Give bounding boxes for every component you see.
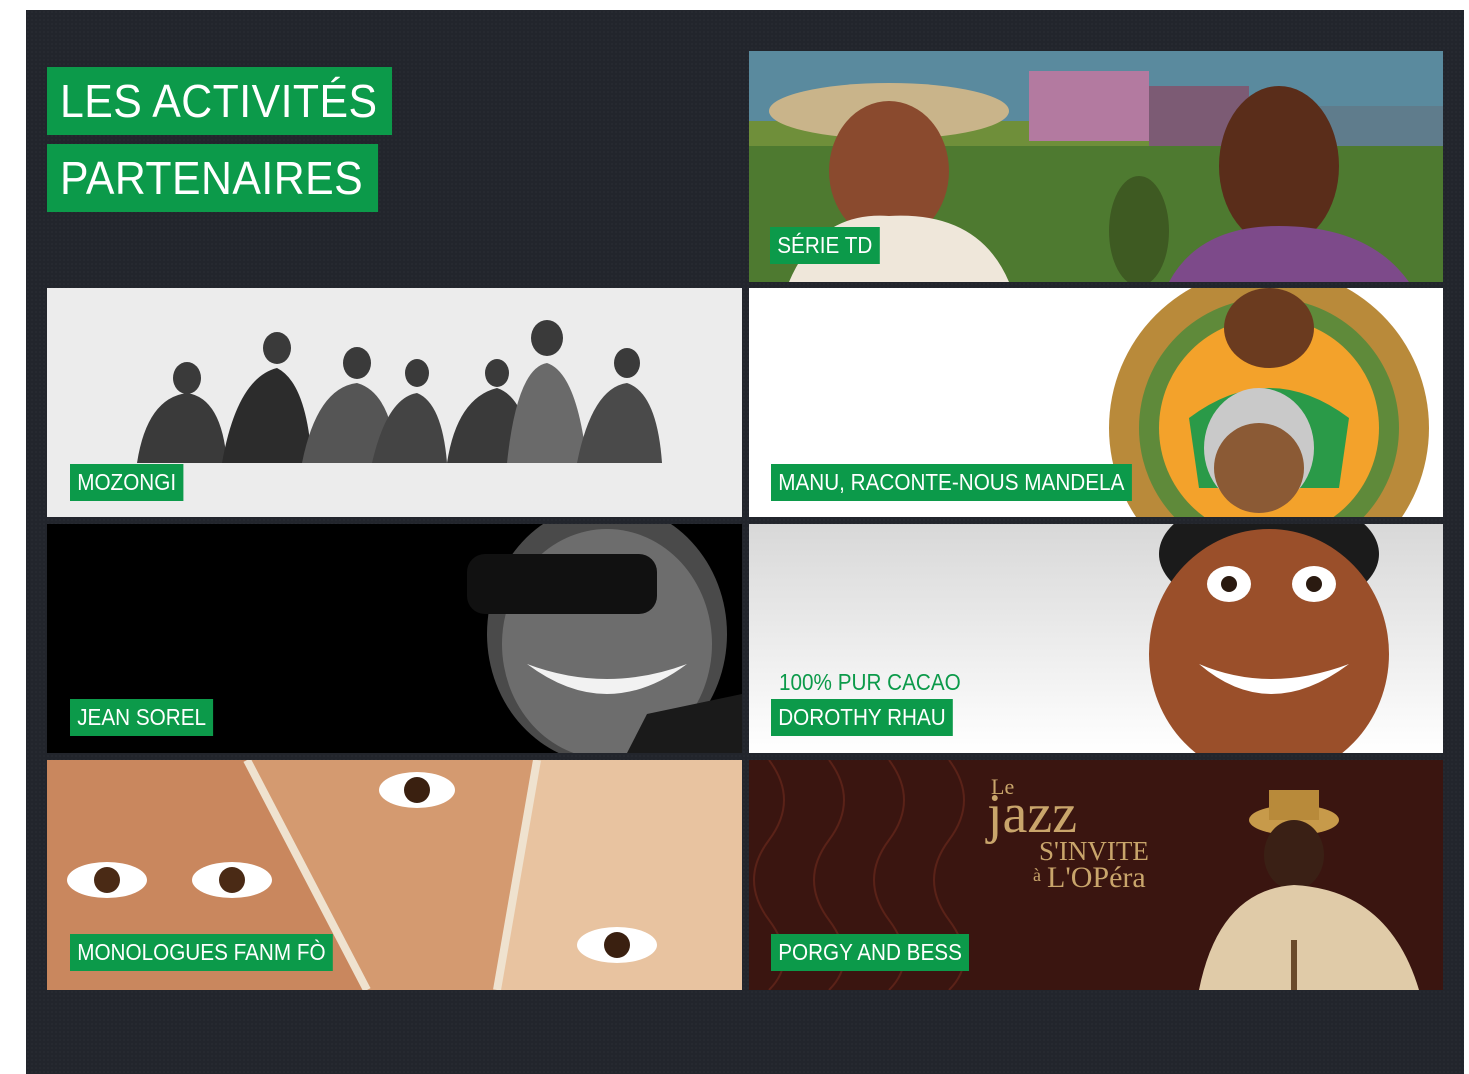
tile-serie-td[interactable]: SÉRIE TD: [749, 51, 1443, 282]
tile-subtitle-dorothy-rhau: 100% PUR CACAO: [779, 669, 961, 695]
page-title-line-1: LES ACTIVITÉS: [47, 67, 393, 135]
tile-label-mozongi: MOZONGI: [70, 464, 184, 501]
tile-porgy-and-bess[interactable]: Le jazz S'INVITE à L'OPéra PORGY AND BES…: [749, 760, 1443, 990]
tile-dorothy-rhau[interactable]: 100% PUR CACAO DOROTHY RHAU: [749, 524, 1443, 753]
tile-mozongi[interactable]: MOZONGI: [47, 288, 742, 517]
jazz-logo-jazz: jazz: [987, 783, 1078, 845]
tile-label-dorothy-rhau: DOROTHY RHAU: [771, 699, 953, 736]
tile-label-manu-mandela: MANU, RACONTE-NOUS MANDELA: [771, 464, 1132, 501]
jazz-logo-opera: L'OPéra: [1047, 861, 1146, 894]
tile-manu-mandela[interactable]: MANU, RACONTE-NOUS MANDELA: [749, 288, 1443, 517]
tile-jean-sorel[interactable]: JEAN SOREL: [47, 524, 742, 753]
tile-label-serie-td: SÉRIE TD: [770, 227, 880, 264]
tile-label-porgy-and-bess: PORGY AND BESS: [771, 934, 970, 971]
tile-label-monologues-fanm-fo: MONOLOGUES FANM FÒ: [70, 934, 333, 971]
tile-label-jean-sorel: JEAN SOREL: [70, 699, 214, 736]
tile-monologues-fanm-fo[interactable]: MONOLOGUES FANM FÒ: [47, 760, 742, 990]
jazz-logo-a: à: [1033, 865, 1041, 885]
page-title-line-2: PARTENAIRES: [47, 144, 378, 212]
